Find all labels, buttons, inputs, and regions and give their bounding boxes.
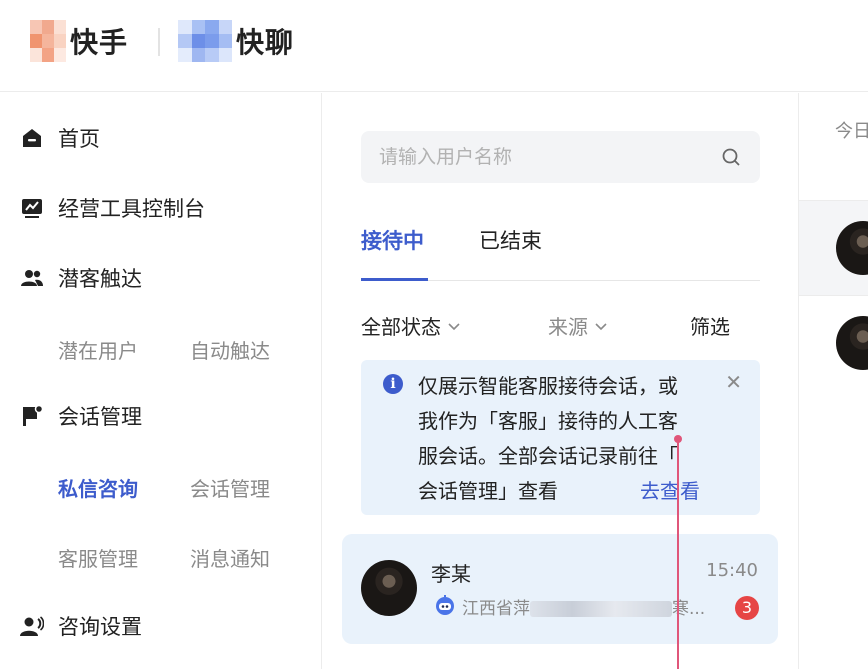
logo-divider <box>158 28 160 56</box>
sidebar-item-dashboard[interactable]: 经营工具控制台 <box>20 193 205 223</box>
sidebar-subitem-private-messages[interactable]: 私信咨询 <box>58 473 138 502</box>
dashboard-icon <box>20 196 44 220</box>
view-link[interactable]: 去查看 <box>640 475 700 504</box>
home-icon <box>20 126 44 150</box>
info-icon: i <box>383 374 403 394</box>
brand-kuailiao: 快聊 <box>236 26 295 59</box>
sidebar-item-home[interactable]: 首页 <box>20 123 100 153</box>
sidebar: 首页 经营工具控制台 潜客触达 潜在用户 自动触达 会话管理 私信咨询 会话管理… <box>0 93 322 669</box>
message-time: 15:40 <box>706 560 758 581</box>
preview-prefix: 江西省萍 <box>462 599 530 619</box>
status-filter-label: 全部状态 <box>361 315 441 339</box>
avatar <box>836 316 868 370</box>
sidebar-subitem-notifications[interactable]: 消息通知 <box>190 543 270 572</box>
sidebar-subitem-agent-management[interactable]: 客服管理 <box>58 543 138 572</box>
active-tab-indicator <box>361 278 428 281</box>
annotation-marker-line <box>674 435 682 669</box>
search-icon[interactable] <box>720 146 742 168</box>
conversation-list-pane: 接待中 已结束 全部状态 来源 筛选 i ✕ 仅展示智能客服接待会话，或 我作为… <box>323 93 798 669</box>
kuaishou-logo-mark-icon <box>30 20 66 62</box>
notice-line-2: 我作为「客服」接待的人工客 <box>418 409 678 433</box>
tab-ended[interactable]: 已结束 <box>479 225 542 255</box>
search-box[interactable] <box>361 131 760 183</box>
chat-flag-icon <box>20 404 44 428</box>
notice-line-4: 会话管理」查看 <box>418 479 558 503</box>
message-preview: 江西省萍 寒... <box>462 594 705 619</box>
chevron-down-icon <box>448 322 460 330</box>
history-row[interactable] <box>799 296 868 391</box>
unread-badge: 3 <box>735 596 759 620</box>
sidebar-subitem-conversation-management[interactable]: 会话管理 <box>190 473 270 502</box>
avatar <box>361 560 417 616</box>
ai-bot-icon <box>436 595 454 615</box>
filter-button[interactable]: 筛选 <box>690 311 730 340</box>
kuaishou-logo[interactable]: 快手 <box>30 20 128 62</box>
status-filter-dropdown[interactable]: 全部状态 <box>361 311 461 340</box>
conversation-list-item[interactable]: 李某 15:40 江西省萍 寒... 3 <box>342 534 778 644</box>
sidebar-item-consultation-settings[interactable]: 咨询设置 <box>20 611 142 641</box>
kuailiao-logo-mark-icon <box>178 20 232 62</box>
notice-line-3: 服会话。全部会话记录前往「 <box>418 444 678 468</box>
redacted-text <box>530 601 672 617</box>
info-notice: i ✕ 仅展示智能客服接待会话，或 我作为「客服」接待的人工客 服会话。全部会话… <box>361 360 760 515</box>
source-filter-dropdown[interactable]: 来源 <box>548 311 608 340</box>
brand-kuaishou: 快手 <box>70 26 129 59</box>
sidebar-item-label: 会话管理 <box>58 405 142 429</box>
sidebar-item-label: 潜客触达 <box>58 267 142 291</box>
history-row[interactable] <box>799 201 868 296</box>
tab-in-service[interactable]: 接待中 <box>361 225 424 255</box>
sidebar-item-label: 经营工具控制台 <box>58 197 205 221</box>
sidebar-item-label: 首页 <box>58 127 100 151</box>
kuailiao-logo[interactable]: 快聊 <box>178 20 294 62</box>
sidebar-item-outreach[interactable]: 潜客触达 <box>20 263 142 293</box>
search-input[interactable] <box>379 146 720 168</box>
chevron-down-icon <box>595 322 607 330</box>
tab-bar: 接待中 已结束 <box>361 221 760 281</box>
history-header <box>799 93 868 201</box>
sidebar-item-conversation-management[interactable]: 会话管理 <box>20 401 142 431</box>
users-icon <box>20 266 44 290</box>
message-history-pane: 今日 <box>798 93 868 669</box>
sidebar-subitem-auto-outreach[interactable]: 自动触达 <box>190 335 270 364</box>
notice-line-1: 仅展示智能客服接待会话，或 <box>418 374 678 398</box>
close-icon[interactable]: ✕ <box>725 370 742 394</box>
avatar <box>836 221 868 275</box>
source-filter-label: 来源 <box>548 315 588 339</box>
contact-name: 李某 <box>431 562 471 586</box>
top-bar: 快手 快聊 <box>0 0 868 92</box>
sidebar-item-label: 咨询设置 <box>58 615 142 639</box>
headset-user-icon <box>20 614 44 638</box>
sidebar-subitem-potential-users[interactable]: 潜在用户 <box>58 335 138 364</box>
